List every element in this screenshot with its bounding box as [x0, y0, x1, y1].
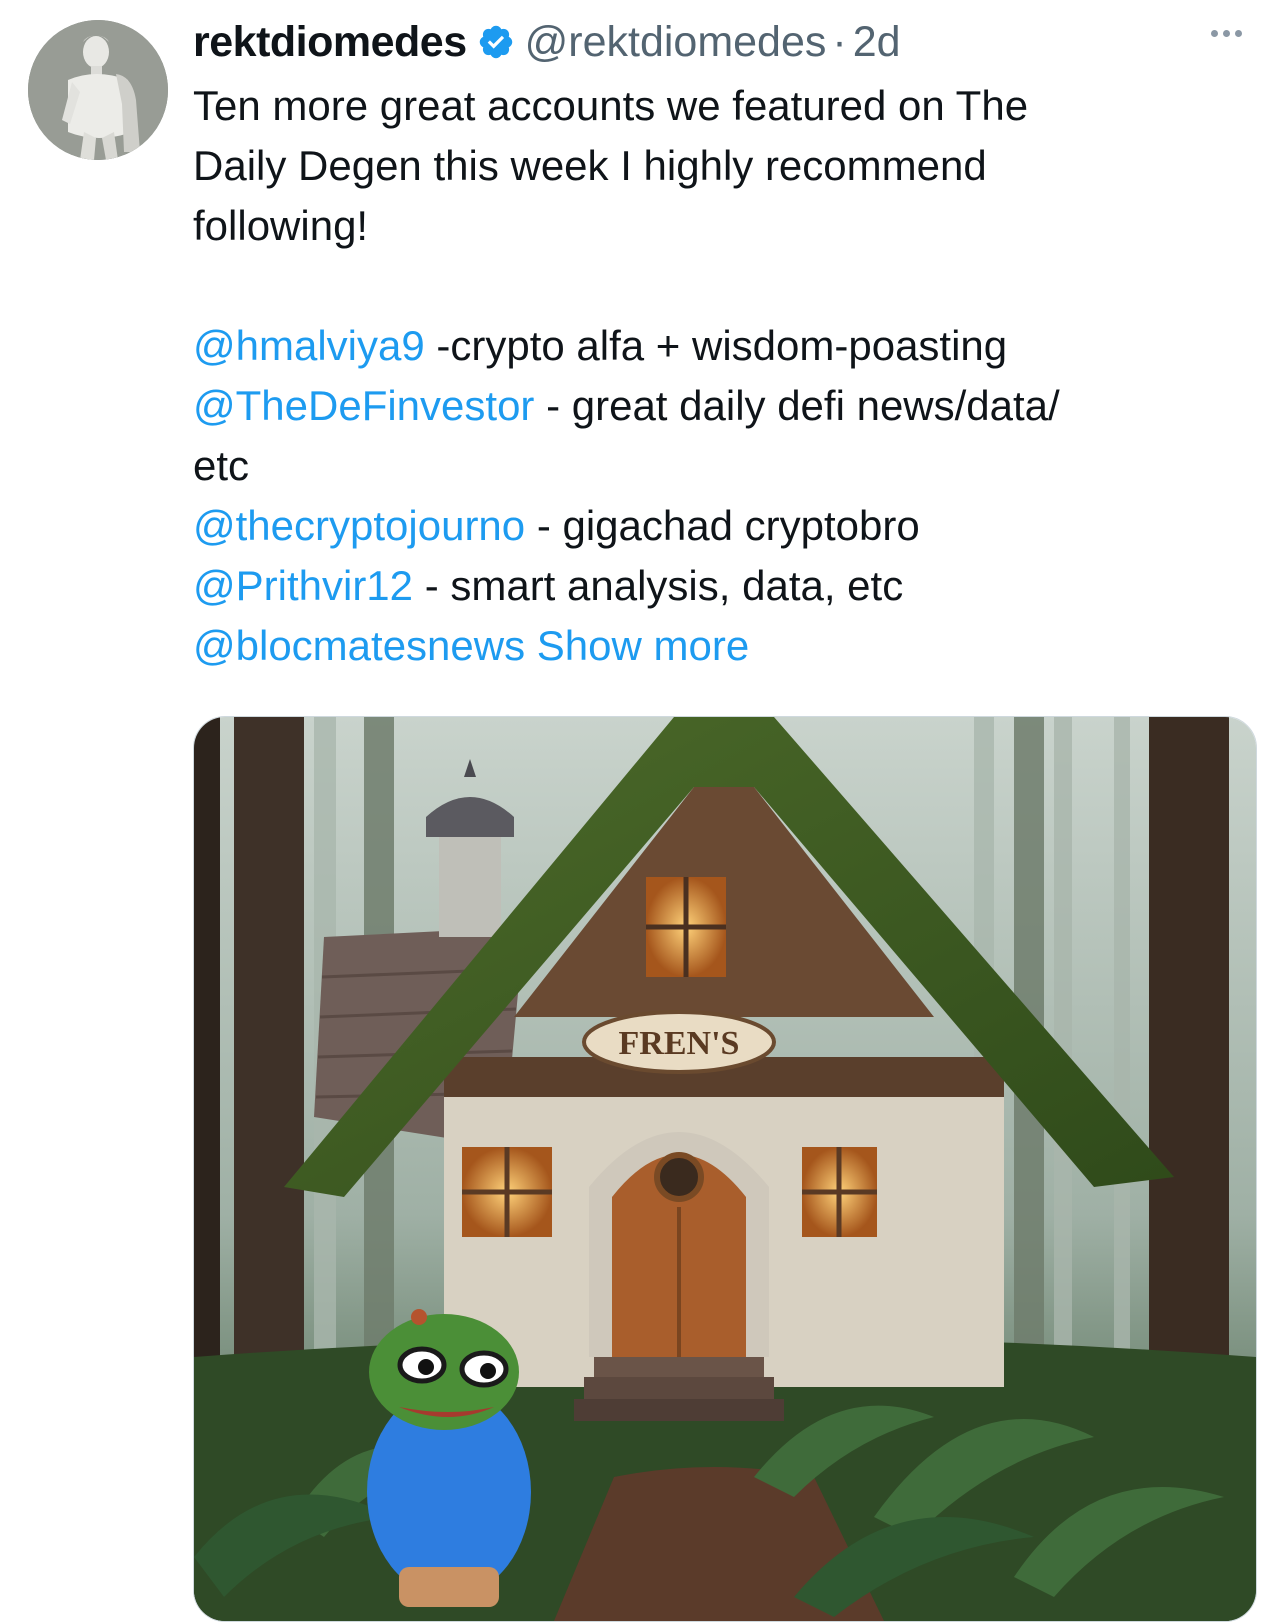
author-handle[interactable]: @rektdiomedes — [525, 18, 827, 67]
account-row: @Prithvir12 - smart analysis, data, etc — [193, 556, 1233, 616]
avatar[interactable] — [28, 20, 168, 160]
show-more-link[interactable]: Show more — [537, 622, 749, 669]
account-description: -crypto alfa + wisdom-poasting — [424, 322, 1008, 369]
tweet-timestamp[interactable]: 2d — [853, 18, 901, 67]
tweet-text: Ten more great accounts we featured on T… — [193, 76, 1233, 676]
tweet-media-image[interactable]: FREN'S — [193, 716, 1257, 1622]
account-row: @TheDeFinvestor - great daily defi news/… — [193, 376, 1233, 436]
mention-link[interactable]: @thecryptojourno — [193, 502, 525, 549]
tweet-header: rektdiomedes @rektdiomedes · 2d — [193, 14, 1224, 70]
tweet-text-line: following! — [193, 202, 369, 249]
pepe-character — [367, 1309, 531, 1607]
account-row: @thecryptojourno - gigachad cryptobro — [193, 496, 1233, 556]
verified-badge-icon — [477, 23, 515, 61]
author-name[interactable]: rektdiomedes — [193, 18, 467, 67]
mention-link[interactable]: @blocmatesnews — [193, 622, 525, 669]
header-separator: · — [832, 17, 847, 66]
account-row: @hmalviya9 -crypto alfa + wisdom-poastin… — [193, 316, 1233, 376]
account-description: - great daily defi news/data/ — [534, 382, 1060, 429]
shop-sign-text: FREN'S — [619, 1025, 740, 1062]
forest-cottage-illustration: FREN'S — [194, 717, 1256, 1621]
mention-link[interactable]: @Prithvir12 — [193, 562, 413, 609]
statue-avatar-image — [28, 20, 168, 160]
mention-link[interactable]: @hmalviya9 — [193, 322, 425, 369]
tweet-text-line: Ten more great accounts we featured on T… — [193, 82, 1029, 129]
account-description: - gigachad cryptobro — [525, 502, 920, 549]
mention-link[interactable]: @TheDeFinvestor — [193, 382, 534, 429]
account-row: @blocmatesnews Show more — [193, 616, 1233, 676]
more-options-icon[interactable] — [1211, 30, 1242, 37]
tweet-text-line: Daily Degen this week I highly recommend — [193, 142, 987, 189]
account-description: - smart analysis, data, etc — [413, 562, 904, 609]
account-description-continued: etc — [193, 442, 250, 489]
